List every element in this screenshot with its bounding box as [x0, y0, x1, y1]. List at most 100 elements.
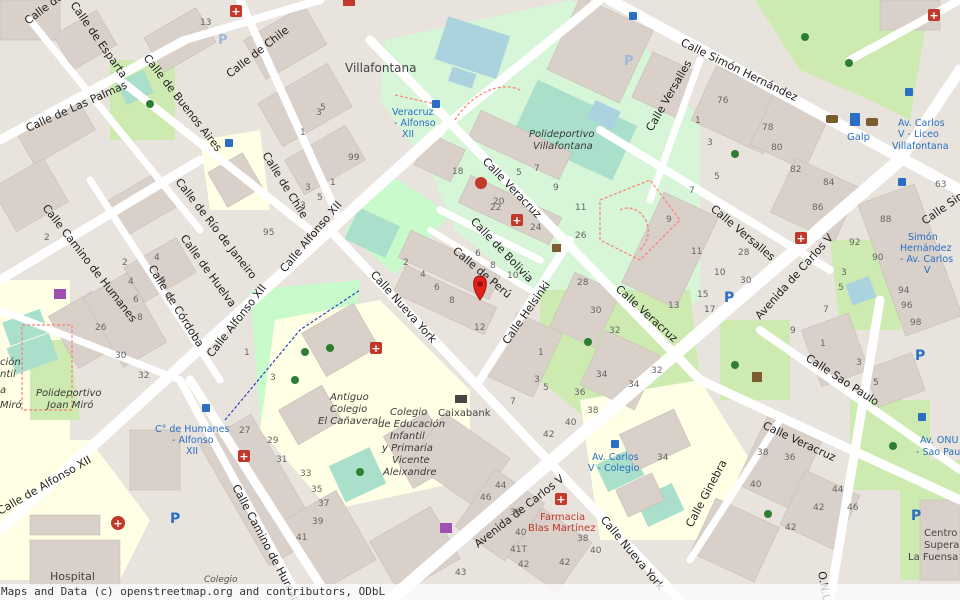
pharmacy-icon	[343, 0, 355, 6]
bus-stop-label: C° de Humanes	[155, 424, 229, 435]
bus-stop-icon	[629, 12, 637, 20]
house-number: 40	[515, 528, 527, 538]
house-number: 10	[507, 271, 519, 281]
house-number: 94	[898, 286, 910, 296]
house-number: 6	[133, 295, 139, 305]
house-number: 37	[318, 499, 329, 509]
house-number: 8	[166, 294, 172, 304]
pharmacy-icon: +	[555, 493, 567, 506]
bus-stop-label: V - Colegio	[588, 463, 640, 474]
svg-text:+: +	[239, 450, 248, 463]
house-number: 5	[320, 103, 326, 113]
bus-stop-label: Simón	[908, 232, 938, 243]
house-number: 26	[575, 231, 587, 241]
house-number: 90	[872, 253, 884, 263]
house-number: 17	[704, 305, 715, 315]
house-number: 7	[510, 397, 516, 407]
place-label-edge: ntil	[0, 369, 16, 380]
house-number: 5	[516, 168, 522, 178]
house-number: 43	[455, 568, 466, 578]
house-number: 27	[239, 426, 250, 436]
pharmacy-icon: +	[230, 5, 242, 18]
house-number: 38	[757, 448, 769, 458]
house-number: 44	[495, 481, 507, 491]
house-number: 6	[160, 276, 166, 286]
house-number: 28	[738, 248, 750, 258]
bus-stop-icon	[918, 413, 926, 421]
place-label-antiguo-colegio: El Cañaveral	[318, 416, 381, 427]
place-label-hospital: Hospital	[50, 570, 95, 583]
house-number: 40	[565, 418, 577, 428]
vet-icon	[475, 177, 487, 189]
svg-text:+: +	[796, 232, 805, 245]
place-label-joan-miro: Polideportivo	[36, 388, 102, 399]
fuel-icon	[850, 113, 860, 126]
cafe-icon	[752, 372, 762, 382]
bus-stop-label: V	[924, 265, 931, 276]
house-number: 9	[790, 326, 796, 336]
place-label-caixabank: Caixabank	[438, 408, 491, 419]
house-number: 30	[590, 306, 602, 316]
house-number: 34	[628, 380, 640, 390]
place-label-colegio-vicente: de Educación	[378, 418, 445, 430]
bus-stop-label: Villafontana	[892, 141, 949, 152]
parking-icon: P	[624, 54, 634, 69]
house-number: 41	[296, 533, 307, 543]
house-number: 82	[790, 165, 801, 175]
house-number: 3	[534, 375, 540, 385]
shop-icon	[440, 523, 452, 533]
house-number: 9	[666, 215, 672, 225]
svg-text:+: +	[113, 517, 122, 530]
place-label-galp: Galp	[847, 132, 870, 143]
house-number: 5	[873, 378, 879, 388]
bus-stop-icon	[611, 440, 619, 448]
place-label-edge: a	[0, 385, 6, 396]
bus-stop-label: Veracruz	[392, 107, 433, 118]
map-canvas[interactable]: Calle de Cuenca Calle de Esparta Calle d…	[0, 0, 960, 600]
parking-icon: P	[170, 511, 180, 527]
house-number: 1	[330, 178, 336, 188]
bus-stop-icon	[898, 178, 906, 186]
bus-stop-label: - Alfonso	[394, 118, 436, 129]
house-number: 35	[311, 485, 322, 495]
svg-text:+: +	[556, 493, 565, 506]
place-label-antiguo-colegio: Colegio	[330, 404, 367, 415]
house-number: 46	[480, 493, 492, 503]
house-number: 11	[575, 203, 586, 213]
place-label-centro: Centro	[924, 528, 957, 539]
house-number: 5	[838, 283, 844, 293]
house-number: 42	[813, 503, 824, 513]
house-number: 3	[305, 183, 311, 193]
house-number: 5	[317, 193, 323, 203]
parking-icon: P	[724, 290, 734, 306]
pharmacy-icon: +	[511, 214, 523, 227]
bank-icon	[455, 395, 467, 403]
place-label-joan-miro: Joan Miró	[45, 399, 93, 411]
svg-text:+: +	[512, 214, 521, 227]
house-number: 12	[474, 323, 485, 333]
house-number: 5	[714, 172, 720, 182]
house-number: 80	[771, 143, 783, 153]
car-icon	[866, 118, 878, 126]
house-number: 38	[587, 406, 599, 416]
house-number: 13	[668, 301, 679, 311]
house-number: 1	[820, 339, 826, 349]
house-number: 5	[543, 383, 549, 393]
parking-icon: P	[911, 508, 921, 524]
svg-text:+: +	[231, 5, 240, 18]
house-number: 99	[348, 153, 360, 163]
house-number: 1	[244, 348, 250, 358]
house-number: 33	[300, 469, 311, 479]
pharmacy-icon: +	[795, 232, 807, 245]
map-svg[interactable]: Calle de Cuenca Calle de Esparta Calle d…	[0, 0, 960, 600]
map-attribution[interactable]: Maps and Data (c) openstreetmap.org and …	[0, 584, 960, 600]
svg-text:+: +	[371, 342, 380, 355]
house-number: 8	[490, 261, 496, 271]
house-number: 63	[935, 180, 946, 190]
bus-stop-label: XII	[402, 129, 414, 140]
house-number: 32	[651, 366, 662, 376]
house-number: 2	[403, 258, 409, 268]
place-label-farmacia: Farmacia	[540, 512, 585, 523]
place-label-polideportivo: Villafontana	[533, 141, 593, 152]
bus-stop-label: Hernández	[900, 243, 951, 254]
